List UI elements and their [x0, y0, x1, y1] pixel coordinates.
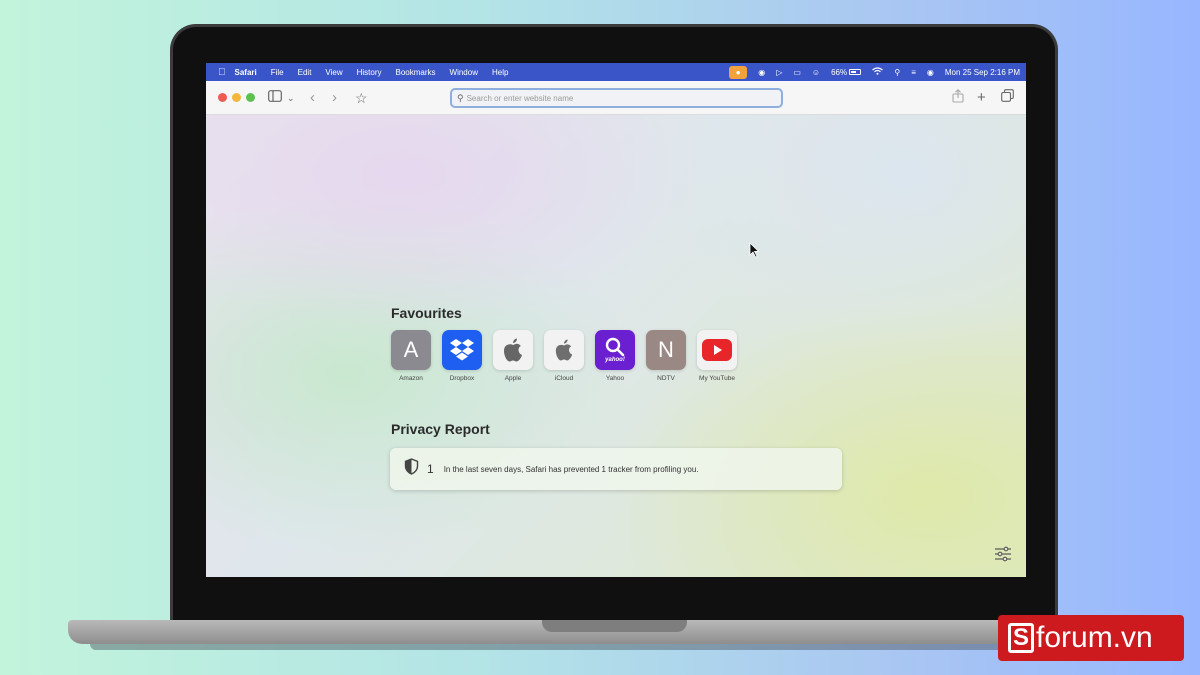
shield-icon [404, 458, 419, 480]
apple-icon [493, 330, 533, 370]
sidebar-toggle-icon[interactable] [268, 89, 282, 107]
ndtv-letter-icon: N [646, 330, 686, 370]
browser-toolbar: ⌄ ‹ › ☆ ⚲ Search or enter website name + [206, 81, 1026, 115]
user-circle-icon[interactable]: ☺ [812, 68, 820, 77]
favourite-label: My YouTube [699, 375, 735, 382]
laptop-notch [542, 620, 687, 632]
sforum-logo: S forum.vn [998, 615, 1184, 661]
favourite-yahoo[interactable]: yahoo! Yahoo [590, 330, 640, 383]
address-placeholder: Search or enter website name [466, 93, 574, 103]
favourite-letter: A [403, 337, 419, 362]
favourite-ndtv[interactable]: N NDTV [641, 330, 691, 383]
back-button[interactable]: ‹ [310, 89, 315, 107]
search-icon: ⚲ [457, 92, 464, 103]
menu-bookmarks[interactable]: Bookmarks [396, 68, 436, 77]
sforum-wordmark: forum.vn [1036, 621, 1153, 654]
yahoo-search-icon: yahoo! [595, 330, 635, 370]
youtube-icon [697, 330, 737, 370]
menu-datetime[interactable]: Mon 25 Sep 2:16 PM [945, 68, 1020, 77]
tab-overview-icon[interactable] [1001, 89, 1014, 107]
star-bookmark-icon[interactable]: ☆ [355, 89, 368, 107]
control-center-icon[interactable]: ≡ [911, 68, 916, 77]
favourite-icloud[interactable]: iCloud [539, 330, 589, 383]
play-circle-icon[interactable]: ▷ [776, 68, 782, 77]
menu-app-name[interactable]: Safari [235, 68, 257, 77]
favourite-label: Amazon [399, 375, 423, 382]
wifi-icon[interactable] [872, 67, 884, 77]
close-window-button[interactable] [218, 93, 227, 102]
menu-history[interactable]: History [357, 68, 382, 77]
battery-percent: 66% [831, 67, 848, 77]
privacy-report-card[interactable]: 1 In the last seven days, Safari has pre… [390, 448, 842, 490]
privacy-message: In the last seven days, Safari has preve… [443, 464, 699, 474]
minimize-window-button[interactable] [232, 93, 241, 102]
battery-icon [849, 69, 862, 76]
menu-file[interactable]: File [271, 68, 284, 77]
favourites-title: Favourites [391, 305, 462, 321]
battery-status[interactable]: 66% [831, 67, 862, 77]
yahoo-wordmark: yahoo! [605, 357, 625, 363]
sforum-s-mark: S [1008, 623, 1034, 653]
share-icon[interactable] [952, 89, 964, 108]
privacy-report-title: Privacy Report [391, 421, 490, 437]
favourite-label: Dropbox [449, 375, 475, 382]
new-tab-button[interactable]: + [977, 89, 986, 107]
customize-start-page-icon[interactable] [994, 546, 1012, 567]
siri-icon[interactable]: ◉ [927, 68, 934, 77]
start-page: Favourites A Amazon Dropbox Apple iCloud… [206, 115, 1026, 577]
status-area: ● ◉ ▷ ▭ ☺ 66% ⚲ ≡ ◉ Mon 25 Sep 2:16 PM [729, 65, 1020, 79]
laptop-base-shadow [90, 644, 1150, 650]
favourite-amazon[interactable]: A Amazon [386, 330, 436, 383]
search-icon[interactable]: ⚲ [894, 68, 900, 77]
favourite-label: Apple [504, 375, 522, 382]
favourite-label: NDTV [657, 375, 675, 382]
microphone-icon[interactable]: ● [729, 65, 748, 79]
favourite-my-youtube[interactable]: My YouTube [692, 330, 742, 383]
amazon-letter-icon: A [391, 330, 431, 370]
chevron-down-icon[interactable]: ⌄ [287, 89, 295, 107]
favourite-dropbox[interactable]: Dropbox [437, 330, 487, 383]
screen-icon[interactable]: ▭ [793, 68, 801, 77]
zoom-window-button[interactable] [246, 93, 255, 102]
mouse-cursor-icon [749, 242, 760, 263]
favourite-apple[interactable]: Apple [488, 330, 538, 383]
address-bar[interactable]: ⚲ Search or enter website name [450, 88, 783, 108]
apple-icon [544, 330, 584, 370]
menu-view[interactable]: View [325, 68, 342, 77]
menu-help[interactable]: Help [492, 68, 508, 77]
menu-bar:  Safari File Edit View History Bookmark… [206, 63, 1026, 81]
record-icon[interactable]: ◉ [758, 68, 765, 77]
tracker-count: 1 [427, 462, 434, 476]
forward-button[interactable]: › [332, 89, 337, 107]
favourite-letter: N [658, 337, 674, 362]
menu-edit[interactable]: Edit [298, 68, 312, 77]
screen:  Safari File Edit View History Bookmark… [206, 63, 1026, 577]
dropbox-icon [442, 330, 482, 370]
menu-window[interactable]: Window [450, 68, 478, 77]
apple-menu-icon[interactable]:  [218, 67, 226, 78]
favourite-label: Yahoo [605, 375, 625, 382]
favourite-label: iCloud [554, 375, 574, 382]
